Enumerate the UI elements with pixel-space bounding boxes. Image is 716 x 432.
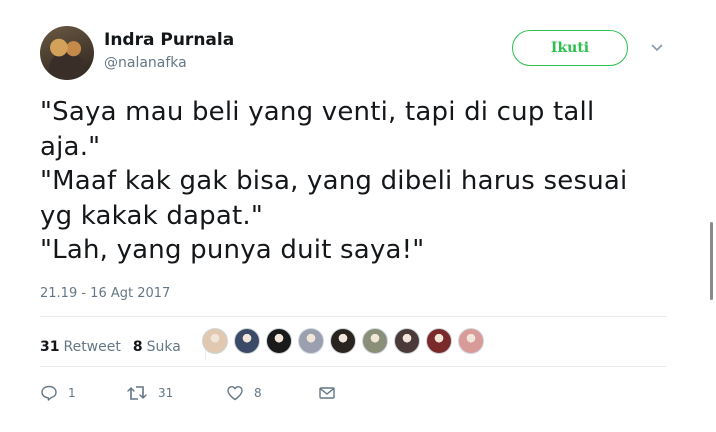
tweet-timestamp[interactable]: 21.19 - 16 Agt 2017: [40, 286, 170, 301]
retweet-count: 31: [158, 386, 174, 400]
tweet-line: "Maaf kak gak bisa, yang dibeli harus se…: [40, 166, 628, 196]
retweet-button[interactable]: 31: [126, 384, 226, 402]
retweet-stat-count: 31: [40, 339, 60, 355]
follow-button[interactable]: Ikuti: [512, 30, 628, 66]
tweet-line: "Saya mau beli yang venti, tapi di cup t…: [40, 97, 595, 127]
heart-icon: [227, 386, 243, 401]
liker-avatar[interactable]: [202, 328, 228, 354]
user-name[interactable]: Indra Purnala: [104, 30, 234, 50]
liker-avatar[interactable]: [234, 328, 260, 354]
liker-avatars: [202, 328, 484, 354]
tweet-text: "Saya mau beli yang venti, tapi di cup t…: [40, 95, 680, 268]
like-stat-count: 8: [132, 339, 143, 355]
tweet-line: "Lah, yang punya duit saya!": [40, 235, 425, 265]
liker-avatar[interactable]: [458, 328, 484, 354]
divider: [40, 366, 666, 367]
chevron-down-icon[interactable]: [650, 40, 664, 54]
divider: [40, 316, 666, 317]
tweet-actions: 1 31 8: [40, 384, 336, 402]
scrollbar[interactable]: [710, 222, 713, 300]
tweet-line: yg kakak dapat.": [40, 200, 264, 231]
like-button[interactable]: 8: [226, 384, 318, 402]
like-stat-label: Suka: [146, 339, 181, 355]
liker-avatar[interactable]: [426, 328, 452, 354]
reply-button[interactable]: 1: [40, 384, 126, 402]
direct-message-button[interactable]: [318, 384, 336, 402]
liker-avatar[interactable]: [330, 328, 356, 354]
reply-count: 1: [68, 386, 76, 400]
tweet-stats: 31 Retweet 8 Suka: [40, 334, 206, 360]
liker-avatar[interactable]: [266, 328, 292, 354]
retweet-icon: [127, 386, 147, 400]
avatar[interactable]: [40, 26, 94, 80]
reply-icon: [41, 385, 57, 401]
liker-avatar[interactable]: [362, 328, 388, 354]
like-stat[interactable]: 8 Suka: [133, 339, 181, 355]
retweet-stat-label: Retweet: [63, 339, 121, 355]
liker-avatar[interactable]: [298, 328, 324, 354]
tweet-line: aja.": [40, 131, 101, 162]
user-handle[interactable]: @nalanafka: [104, 55, 187, 71]
like-count: 8: [254, 386, 262, 400]
retweet-stat[interactable]: 31 Retweet: [40, 339, 121, 355]
liker-avatar[interactable]: [394, 328, 420, 354]
envelope-icon: [319, 387, 335, 399]
